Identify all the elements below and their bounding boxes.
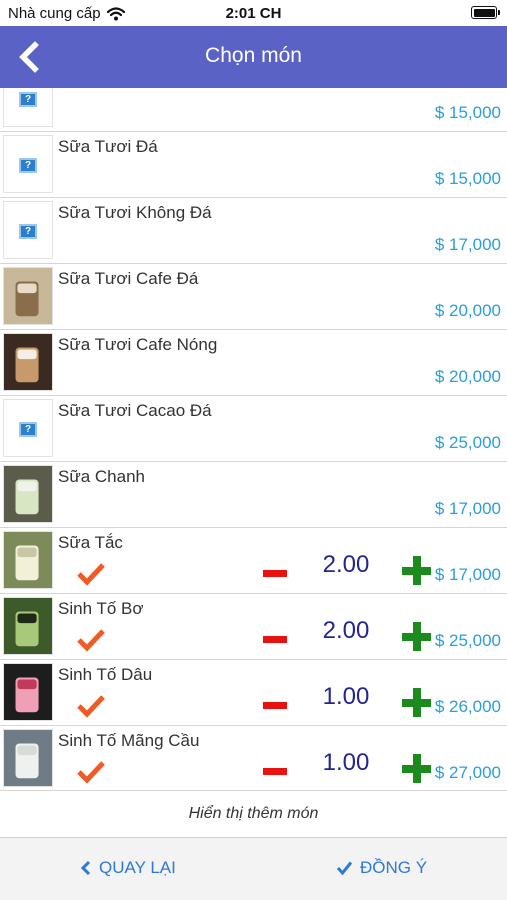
item-price: $ 17,000: [434, 235, 501, 254]
back-footer-label: QUAY LẠI: [99, 858, 176, 877]
item-name: Sữa Tươi Không Đá: [58, 203, 212, 222]
menu-item-row[interactable]: Sữa Chanh $ 17,000: [0, 462, 507, 528]
item-thumbnail: ?: [3, 88, 53, 127]
page-title: Chọn món: [205, 44, 302, 67]
menu-item-row[interactable]: ? Sữa Tươi Đá $ 15,000: [0, 132, 507, 198]
battery-icon: [471, 6, 500, 19]
checkmark-icon: [336, 861, 353, 876]
item-name: Sữa Chanh: [58, 467, 145, 486]
item-name: Sữa Tươi Cafe Đá: [58, 269, 199, 288]
decrease-quantity-button[interactable]: [263, 692, 289, 718]
item-name: Sữa Tắc: [58, 533, 123, 552]
food-photo: [4, 730, 52, 786]
item-thumbnail: [3, 729, 53, 787]
increase-quantity-button[interactable]: [402, 754, 432, 784]
menu-item-row[interactable]: Sinh Tố Dâu $ 26,000 1.00: [0, 660, 507, 726]
item-name: Sinh Tố Dâu: [58, 665, 153, 684]
item-thumbnail: [3, 663, 53, 721]
status-time: 2:01 CH: [225, 5, 282, 22]
chevron-left-icon: [80, 860, 91, 876]
decrease-quantity-button[interactable]: [263, 626, 289, 652]
item-name: Sinh Tố Mãng Cầu: [58, 731, 200, 750]
item-price: $ 15,000: [434, 103, 501, 122]
menu-item-row[interactable]: ? $ 15,000: [0, 88, 507, 132]
image-placeholder-icon: ?: [19, 158, 37, 173]
confirm-button[interactable]: ĐỒNG Ý: [336, 858, 427, 878]
item-price: $ 25,000: [434, 433, 501, 452]
image-placeholder-icon: ?: [19, 92, 37, 107]
item-name: Sữa Tươi Cafe Nóng: [58, 335, 218, 354]
item-thumbnail: [3, 267, 53, 325]
menu-item-row[interactable]: Sữa Tươi Cafe Đá $ 20,000: [0, 264, 507, 330]
item-thumbnail: ?: [3, 399, 53, 457]
food-photo: [4, 268, 52, 324]
item-price: $ 25,000: [434, 631, 501, 650]
food-photo: [4, 598, 52, 654]
item-price: $ 27,000: [434, 763, 501, 782]
food-photo: [4, 334, 52, 390]
load-more-button[interactable]: Hiển thị thêm món: [0, 790, 507, 838]
quantity-value: 2.00: [322, 551, 370, 578]
selected-checkmark-icon[interactable]: [76, 561, 106, 587]
item-price: $ 15,000: [434, 169, 501, 188]
menu-item-row[interactable]: ? Sữa Tươi Không Đá $ 17,000: [0, 198, 507, 264]
menu-item-row[interactable]: ? Sữa Tươi Cacao Đá $ 25,000: [0, 396, 507, 462]
increase-quantity-button[interactable]: [402, 556, 432, 586]
menu-item-row[interactable]: Sinh Tố Mãng Cầu $ 27,000 1.00: [0, 726, 507, 790]
item-price: $ 20,000: [434, 301, 501, 320]
decrease-quantity-button[interactable]: [263, 560, 289, 586]
menu-item-row[interactable]: Sữa Tắc $ 17,000 2.00: [0, 528, 507, 594]
back-footer-button[interactable]: QUAY LẠI: [80, 858, 176, 878]
item-name: Sữa Tươi Đá: [58, 137, 158, 156]
item-price: $ 17,000: [434, 499, 501, 518]
item-thumbnail: [3, 333, 53, 391]
quantity-value: 2.00: [322, 617, 370, 644]
item-thumbnail: ?: [3, 201, 53, 259]
selected-checkmark-icon[interactable]: [76, 627, 106, 653]
increase-quantity-button[interactable]: [402, 622, 432, 652]
menu-item-row[interactable]: Sữa Tươi Cafe Nóng $ 20,000: [0, 330, 507, 396]
food-photo: [4, 532, 52, 588]
item-thumbnail: [3, 597, 53, 655]
nav-bar: Chọn món: [0, 26, 507, 88]
decrease-quantity-button[interactable]: [263, 758, 289, 784]
selected-checkmark-icon[interactable]: [76, 693, 106, 719]
item-name: Sinh Tố Bơ: [58, 599, 144, 618]
food-photo: [4, 466, 52, 522]
increase-quantity-button[interactable]: [402, 688, 432, 718]
menu-list[interactable]: ? $ 15,000? Sữa Tươi Đá $ 15,000? Sữa Tươi K…: [0, 88, 507, 790]
item-price: $ 17,000: [434, 565, 501, 584]
menu-item-row[interactable]: Sinh Tố Bơ $ 25,000 2.00: [0, 594, 507, 660]
quantity-value: 1.00: [322, 683, 370, 710]
status-bar: Nhà cung cấp 2:01 CH: [0, 0, 507, 26]
item-price: $ 26,000: [434, 697, 501, 716]
item-price: $ 20,000: [434, 367, 501, 386]
item-thumbnail: [3, 531, 53, 589]
item-thumbnail: [3, 465, 53, 523]
image-placeholder-icon: ?: [19, 422, 37, 437]
item-name: Sữa Tươi Cacao Đá: [58, 401, 212, 420]
footer-bar: QUAY LẠI ĐỒNG Ý: [0, 838, 507, 900]
item-thumbnail: ?: [3, 135, 53, 193]
image-placeholder-icon: ?: [19, 224, 37, 239]
confirm-label: ĐỒNG Ý: [360, 858, 428, 877]
food-photo: [4, 664, 52, 720]
quantity-value: 1.00: [322, 749, 370, 776]
selected-checkmark-icon[interactable]: [76, 759, 106, 785]
